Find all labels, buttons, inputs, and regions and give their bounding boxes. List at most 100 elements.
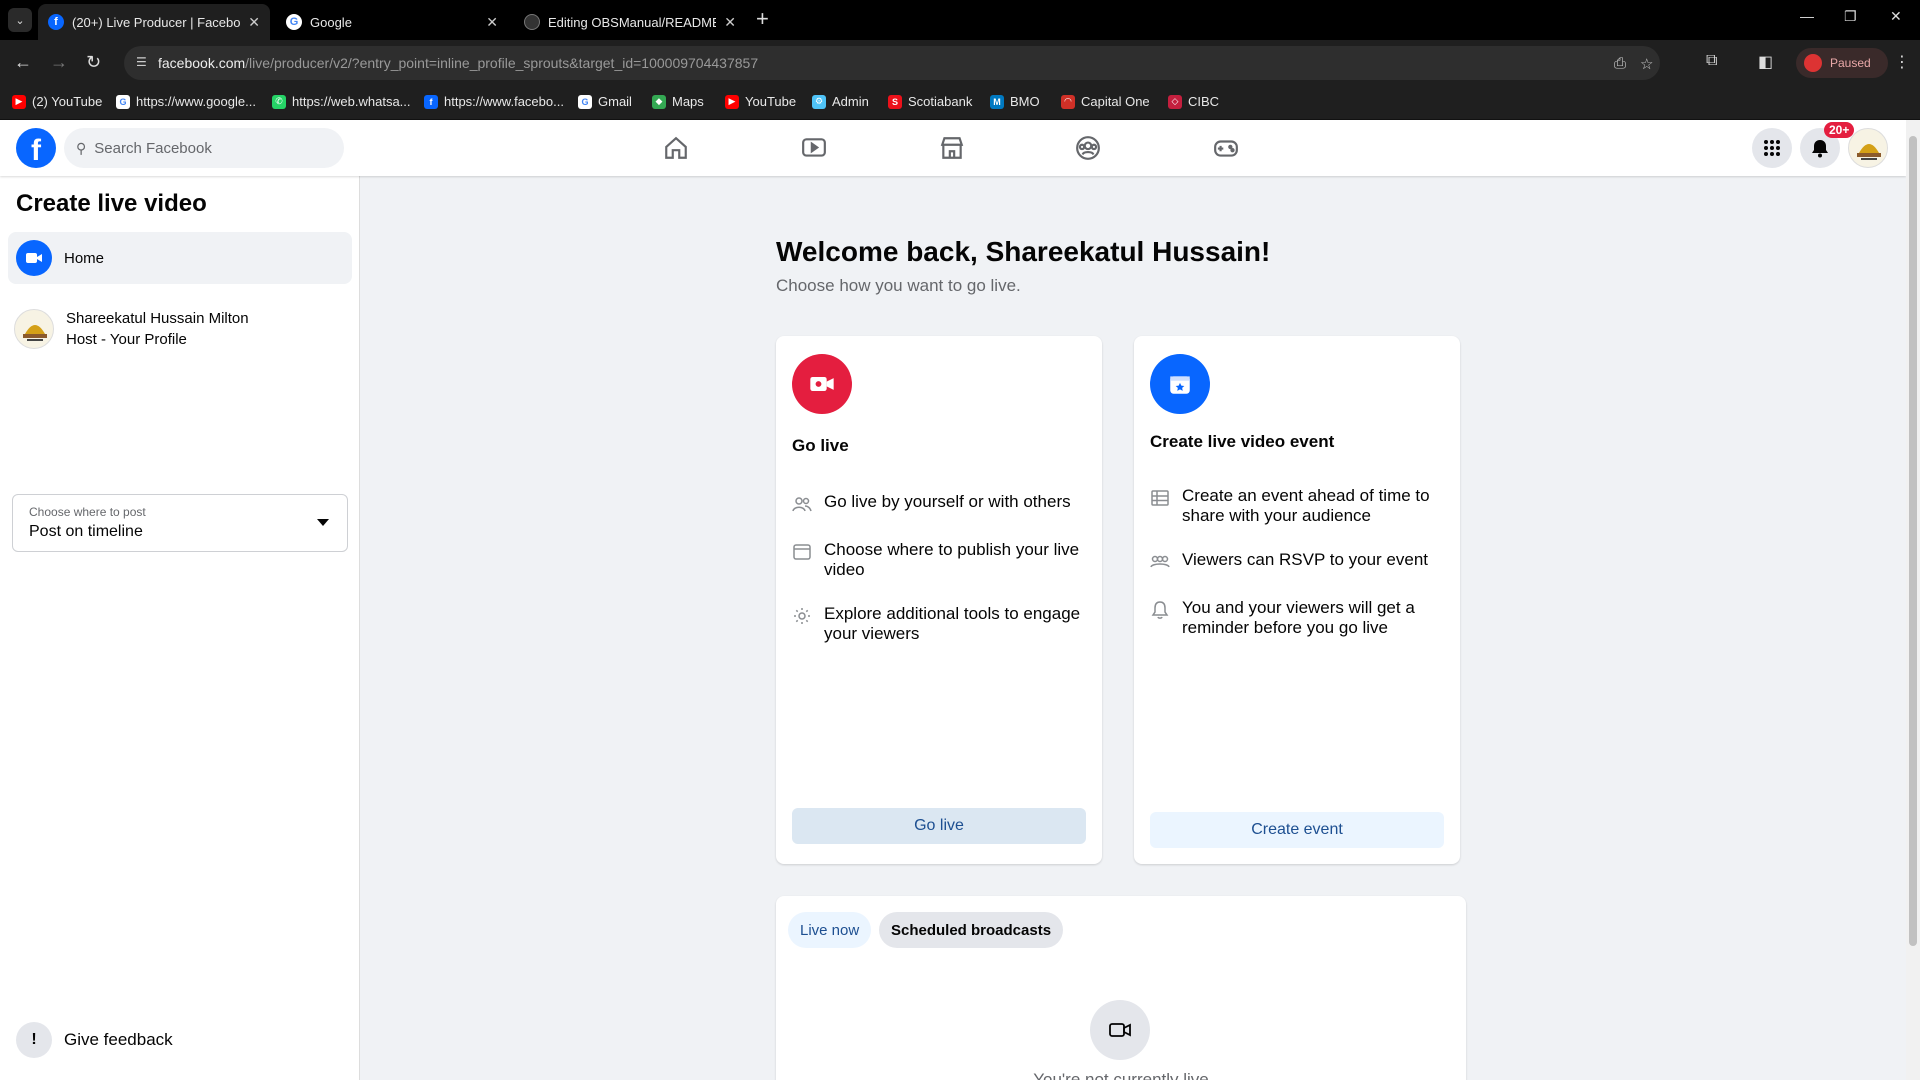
tab-search-button[interactable]: ⌄ [8, 8, 32, 32]
bookmark-star-icon[interactable]: ☆ [1640, 55, 1653, 73]
tab-github[interactable]: Editing OBSManual/README.m ✕ [514, 4, 746, 40]
reload-icon[interactable]: ↻ [86, 52, 101, 73]
bookmark-item[interactable]: ◆ Maps [652, 94, 704, 109]
back-icon[interactable]: ← [14, 52, 32, 73]
video-icon [1090, 1000, 1150, 1060]
feature-item: You and your viewers will get a reminder… [1150, 598, 1446, 638]
tab-label: (20+) Live Producer | Facebook [72, 14, 241, 30]
nav-watch[interactable] [758, 120, 870, 176]
youtube-icon: ▶ [12, 94, 26, 109]
bookmark-item[interactable]: Ghttps://www.google... [116, 94, 256, 109]
page-scrollbar[interactable] [1906, 120, 1920, 1080]
live-camera-icon [792, 354, 852, 414]
gaming-icon [1214, 140, 1238, 157]
bookmark-item[interactable]: S Scotiabank [888, 94, 972, 109]
bookmark-item[interactable]: ◇ CIBC [1168, 94, 1219, 109]
bookmark-item[interactable]: G Gmail [578, 94, 632, 109]
create-event-button[interactable]: Create event [1150, 812, 1444, 848]
profile-paused-button[interactable]: Paused [1796, 48, 1888, 78]
nav-marketplace[interactable] [896, 120, 1008, 176]
profile-status: Paused [1830, 56, 1871, 70]
forward-icon[interactable]: → [50, 52, 68, 73]
install-app-icon[interactable]: ⎙ [1614, 55, 1626, 72]
side-panel-icon[interactable]: ◧ [1758, 52, 1773, 72]
feature-item: Choose where to publish your live video [792, 540, 1088, 580]
facebook-logo[interactable]: f [16, 128, 56, 168]
home-icon [665, 136, 687, 159]
url-bar[interactable]: ☰ facebook.com/live/producer/v2/?entry_p… [124, 46, 1660, 80]
host-profile[interactable]: Shareekatul Hussain Milton Host - Your P… [14, 304, 354, 354]
tab-scheduled-broadcasts[interactable]: Scheduled broadcasts [879, 912, 1064, 948]
feature-text: Create an event ahead of time to share w… [1182, 486, 1430, 525]
empty-state-text: You're not currently live [1033, 1070, 1209, 1080]
site-info-icon[interactable]: ☰ [136, 55, 150, 69]
close-icon[interactable]: ✕ [724, 14, 736, 31]
bookmark-item[interactable]: ▶ (2) YouTube [12, 94, 102, 109]
avatar[interactable] [1848, 128, 1888, 168]
extensions-icon[interactable]: ⧉ [1706, 52, 1717, 70]
maps-icon: ◆ [652, 94, 666, 109]
window-close-icon[interactable]: ✕ [1890, 8, 1902, 25]
bookmark-item[interactable]: M BMO [990, 94, 1040, 109]
sidebar-item-label: Home [64, 249, 105, 267]
bookmark-label: Admin [832, 94, 869, 109]
scrollbar-thumb[interactable] [1909, 136, 1917, 946]
profile-name: Shareekatul Hussain Milton [66, 310, 249, 327]
google-icon: G [116, 94, 130, 109]
give-feedback-button[interactable]: ! Give feedback [16, 1022, 173, 1058]
event-calendar-icon [1150, 354, 1210, 414]
people-icon [792, 497, 812, 512]
close-icon[interactable]: ✕ [248, 14, 260, 31]
tab-live-now[interactable]: Live now [788, 912, 872, 948]
nav-groups[interactable] [1032, 120, 1144, 176]
select-label: Choose where to post [29, 505, 146, 519]
google-icon: G [286, 14, 302, 30]
github-icon [524, 14, 540, 30]
url-text: facebook.com/live/producer/v2/?entry_poi… [158, 55, 758, 71]
restore-icon[interactable]: ❐ [1844, 8, 1857, 25]
search-icon: ⚲ [76, 139, 87, 156]
kebab-menu-icon[interactable]: ⋮ [1894, 52, 1910, 72]
bookmark-label: BMO [1010, 94, 1040, 109]
nav-home[interactable] [620, 120, 732, 176]
facebook-icon: f [48, 14, 64, 30]
people-icon [1150, 555, 1170, 568]
bmo-icon: M [990, 94, 1004, 109]
profile-logo-icon [1857, 144, 1881, 160]
bookmark-item[interactable]: ✆ https://web.whatsa... [272, 94, 411, 109]
calendar-page-icon [793, 544, 811, 560]
tab-facebook[interactable]: f (20+) Live Producer | Facebook ✕ [38, 4, 270, 40]
feature-item: Create an event ahead of time to share w… [1150, 486, 1446, 526]
bookmark-item[interactable]: f https://www.facebo... [424, 94, 564, 109]
scotiabank-icon: S [888, 94, 902, 109]
bookmark-item[interactable]: ◠ Capital One [1061, 94, 1150, 109]
bookmark-item[interactable]: ▶ YouTube [725, 94, 796, 109]
tab-google[interactable]: G Google ✕ [276, 4, 508, 40]
minimize-icon[interactable]: — [1800, 8, 1814, 24]
menu-button[interactable] [1752, 128, 1792, 168]
tab-label: Editing OBSManual/README.m [548, 14, 716, 30]
go-live-card: Go live Go live by yourself or with othe… [776, 336, 1102, 864]
capitalone-icon: ◠ [1061, 94, 1075, 109]
post-destination-select[interactable]: Choose where to post Post on timeline [12, 494, 348, 552]
marketplace-icon [940, 137, 964, 159]
search-input[interactable]: ⚲ Search Facebook [64, 128, 344, 168]
bookmark-label: https://web.whatsa... [292, 94, 411, 109]
bookmark-item[interactable]: ⚙ Admin [812, 94, 869, 109]
go-live-button[interactable]: Go live [792, 808, 1086, 844]
video-camera-icon [16, 240, 52, 276]
create-event-card: Create live video event Create an event … [1134, 336, 1460, 864]
feature-item: Viewers can RSVP to your event [1150, 550, 1446, 572]
nav-gaming[interactable] [1170, 120, 1282, 176]
bookmark-label: Capital One [1081, 94, 1150, 109]
page-title: Create live video [16, 190, 207, 217]
new-tab-button[interactable]: + [756, 8, 769, 30]
feature-text: Choose where to publish your live video [824, 540, 1080, 579]
url-path: /live/producer/v2/?entry_point=inline_pr… [245, 55, 759, 71]
sidebar-item-home[interactable]: Home [8, 232, 352, 284]
card-title: Create live video event [1150, 432, 1335, 451]
facebook-page: f ⚲ Search Facebook 20+ Create live vide… [0, 120, 1906, 1080]
avatar [14, 309, 54, 349]
close-icon[interactable]: ✕ [486, 14, 498, 31]
profile-role: Host - Your Profile [66, 331, 187, 348]
